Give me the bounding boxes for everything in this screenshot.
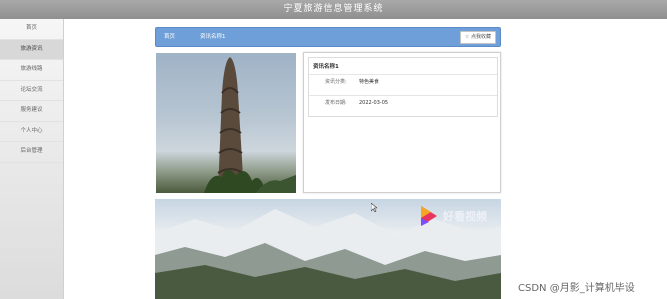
date-label: 发布日期: (325, 100, 347, 106)
breadcrumb-current: 资讯名称1 (200, 34, 226, 40)
info-row-category: 资讯分类: 特色美食 (309, 74, 497, 89)
breadcrumb: 首页 资讯名称1 ☆ 点我收藏 (155, 27, 501, 47)
app-title: 宁夏旅游信息管理系统 (283, 4, 384, 14)
info-row-date: 发布日期: 2022-03-05 (309, 95, 497, 110)
breadcrumb-home-link[interactable]: 首页 (164, 28, 175, 46)
sidebar-item-personal-center[interactable]: 个人中心 (0, 122, 63, 142)
star-outline-icon: ☆ (464, 34, 470, 40)
sidebar-item-home[interactable]: 首页 (0, 19, 63, 40)
category-value: 特色美食 (359, 79, 380, 85)
csdn-watermark: CSDN @月影_计算机毕设 (518, 283, 635, 294)
article-cover-image (156, 53, 296, 193)
category-label: 资讯分类: (325, 79, 347, 85)
totem-pillar-photo (204, 57, 296, 193)
mouse-cursor-icon (371, 203, 377, 212)
sidebar-item-travel-news[interactable]: 旅游资讯 (0, 39, 63, 60)
sidebar-item-suggestions[interactable]: 服务建议 (0, 101, 63, 122)
play-logo-icon (421, 206, 437, 226)
date-value: 2022-03-05 (359, 100, 389, 106)
article-info-card: 资讯名称1 资讯分类: 特色美食 发布日期: 2022-03-05 (303, 52, 501, 193)
sidebar-item-forum[interactable]: 论坛交流 (0, 81, 63, 101)
favorite-button-label: 点我收藏 (470, 34, 491, 40)
video-watermark-text: 好看视频 (443, 210, 487, 223)
article-title: 资讯名称1 (313, 64, 339, 70)
sidebar-item-admin[interactable]: 后台管理 (0, 142, 63, 163)
app-header: 宁夏旅游信息管理系统 (0, 0, 667, 19)
article-info-panel: 资讯名称1 资讯分类: 特色美食 发布日期: 2022-03-05 (308, 57, 498, 117)
sidebar: 首页 旅游资讯 旅游线路 论坛交流 服务建议 个人中心 后台管理 (0, 19, 64, 299)
sidebar-item-travel-routes[interactable]: 旅游线路 (0, 60, 63, 81)
favorite-button[interactable]: ☆ 点我收藏 (459, 31, 496, 44)
